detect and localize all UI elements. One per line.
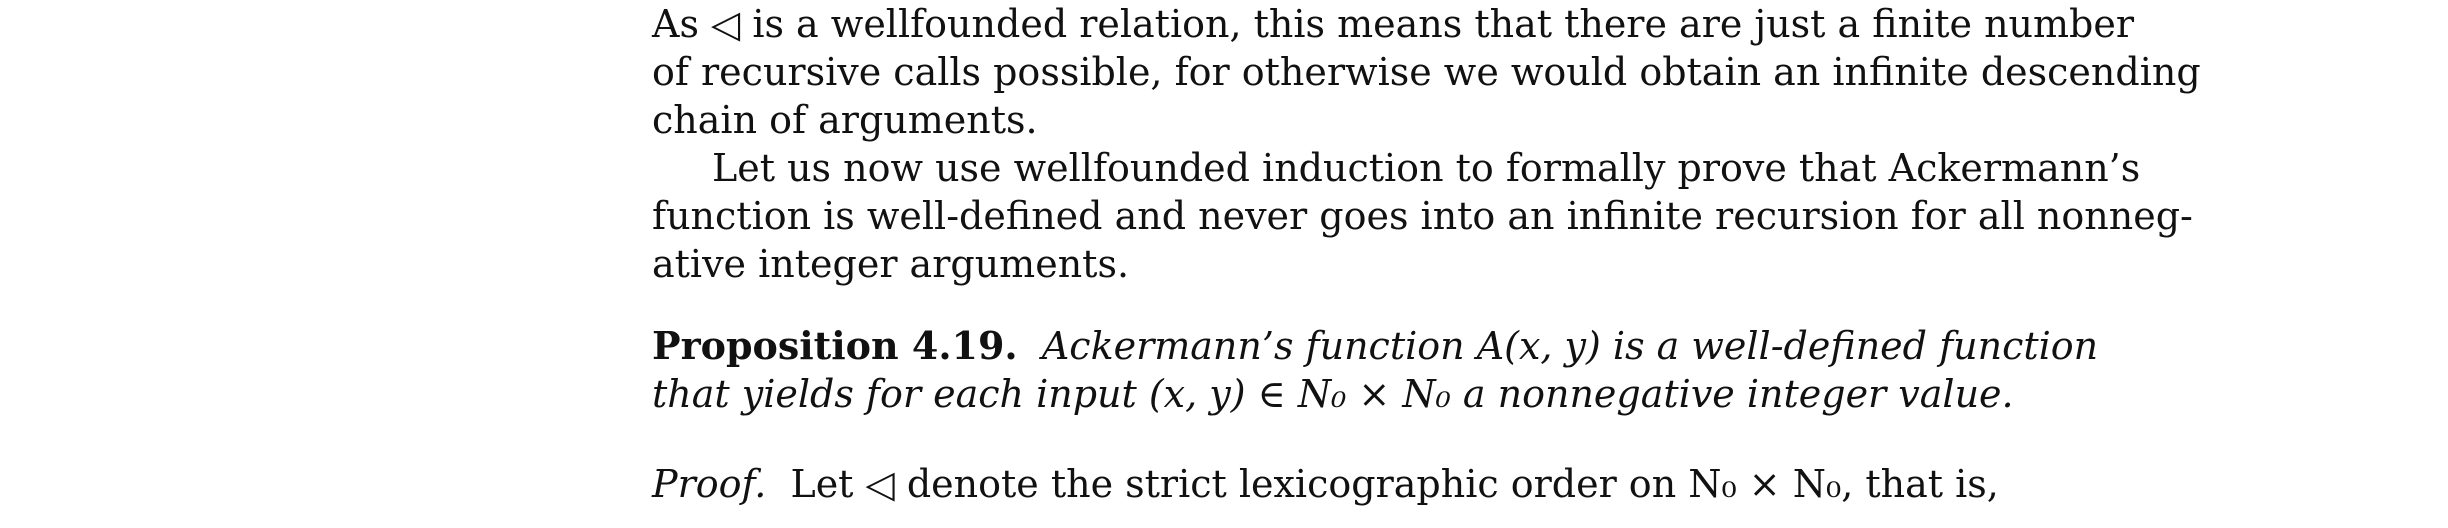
text-line: ative integer arguments. (652, 242, 1130, 286)
text-line: function is well-defined and never goes … (652, 194, 2193, 238)
text-line: As ◁ is a wellfounded relation, this mea… (652, 2, 2135, 46)
text-line: Let us now use wellfounded induction to … (712, 146, 2141, 190)
text-line: of recursive calls possible, for otherwi… (652, 50, 2201, 94)
proposition-block: Proposition 4.19. Ackermann’s function A… (652, 322, 2098, 418)
proposition-statement-cont: that yields for each input (x, y) ∈ N₀ ×… (652, 372, 2014, 416)
proposition-line: Proposition 4.19. Ackermann’s function A… (652, 322, 2098, 370)
proposition-statement: Ackermann’s function A(x, y) is a well-d… (1041, 324, 2099, 368)
paragraph-induction: Let us now use wellfounded induction to … (652, 144, 2193, 288)
proof-line: Proof. Let ◁ denote the strict lexicogra… (652, 460, 2014, 508)
proof-block: Proof. Let ◁ denote the strict lexicogra… (652, 460, 2014, 508)
proposition-label: Proposition 4.19. (652, 323, 1018, 368)
text-line: chain of arguments. (652, 98, 1038, 142)
proof-text: Let ◁ denote the strict lexicographic or… (790, 462, 1999, 506)
paragraph-wellfounded: As ◁ is a wellfounded relation, this mea… (652, 0, 2201, 144)
proof-label: Proof. (652, 462, 767, 506)
